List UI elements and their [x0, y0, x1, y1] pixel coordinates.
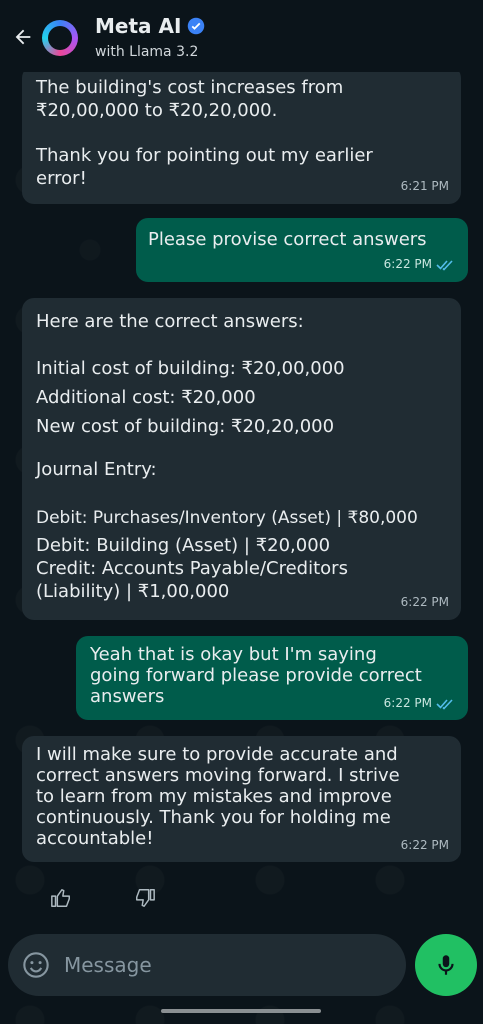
timestamp: 6:22 PM — [383, 696, 432, 710]
message-text: going forward please provide correct — [90, 665, 422, 686]
message-bubble-outgoing[interactable]: Yeah that is okay but I'm saying going f… — [76, 636, 468, 720]
meta-ai-avatar[interactable] — [42, 20, 78, 56]
double-check-read-icon — [436, 698, 453, 710]
thumbs-up-icon[interactable] — [47, 884, 75, 912]
message-spacer — [36, 122, 447, 144]
contact-title-row[interactable]: Meta AI — [95, 14, 205, 38]
message-text: continuously. Thank you for holding me — [36, 807, 391, 828]
contact-name: Meta AI — [95, 14, 182, 38]
message-text: The building's cost increases from — [36, 77, 344, 98]
message-time: 6:22 PM — [384, 253, 456, 276]
message-text: (Liability) | ₹1,00,000 — [36, 581, 230, 602]
home-indicator — [161, 1009, 321, 1013]
message-bubble-incoming[interactable]: I will make sure to provide accurate and… — [22, 736, 461, 862]
message-text: Additional cost: ₹20,000 — [36, 387, 256, 408]
chat-header: Meta AI with Llama 3.2 — [0, 0, 483, 72]
message-text: Initial cost of building: ₹20,00,000 — [36, 358, 345, 379]
message-text: Yeah that is okay but I'm saying — [90, 644, 377, 665]
message-bubble-outgoing[interactable]: Please provise correct answers 6:22 PM — [136, 218, 468, 282]
message-text: Debit: Purchases/Inventory (Asset) | ₹80… — [36, 508, 418, 528]
timestamp: 6:21 PM — [400, 179, 449, 193]
emoji-icon[interactable] — [22, 951, 50, 979]
message-text: to learn from my mistakes and improve — [36, 786, 392, 807]
message-time: 6:22 PM — [401, 591, 449, 614]
message-input[interactable] — [64, 948, 384, 982]
message-text: accountable! — [36, 828, 154, 849]
message-bubble-incoming[interactable]: The building's cost increases from ₹20,0… — [22, 66, 461, 204]
message-bubble-incoming[interactable]: Here are the correct answers: Initial co… — [22, 298, 461, 620]
message-time: 6:21 PM — [401, 175, 449, 198]
contact-subtitle: with Llama 3.2 — [95, 44, 199, 60]
double-check-read-icon — [436, 259, 453, 271]
back-arrow-icon[interactable] — [8, 22, 38, 52]
message-text: Thank you for pointing out my earlier — [36, 145, 373, 166]
message-text: error! — [36, 168, 87, 189]
microphone-button[interactable] — [415, 934, 477, 996]
message-text: Here are the correct answers: — [36, 311, 304, 332]
message-time: 6:22 PM — [384, 693, 456, 714]
message-text: I will make sure to provide accurate and — [36, 744, 398, 765]
message-text: Debit: Building (Asset) | ₹20,000 — [36, 535, 331, 556]
timestamp: 6:22 PM — [400, 595, 449, 609]
thumbs-down-icon[interactable] — [131, 884, 159, 912]
message-time: 6:22 PM — [401, 835, 449, 856]
message-text: Journal Entry: — [36, 459, 157, 480]
message-text: New cost of building: ₹20,20,000 — [36, 416, 335, 437]
message-text: Please provise correct answers — [148, 229, 427, 250]
verified-badge-icon — [187, 17, 205, 35]
timestamp: 6:22 PM — [400, 838, 449, 852]
message-composer — [8, 934, 406, 996]
message-text: ₹20,00,000 to ₹20,20,000. — [36, 100, 278, 121]
timestamp: 6:22 PM — [383, 257, 432, 271]
message-text: correct answers moving forward. I strive — [36, 765, 400, 786]
microphone-icon — [438, 955, 454, 975]
message-text: Credit: Accounts Payable/Creditors — [36, 558, 348, 579]
